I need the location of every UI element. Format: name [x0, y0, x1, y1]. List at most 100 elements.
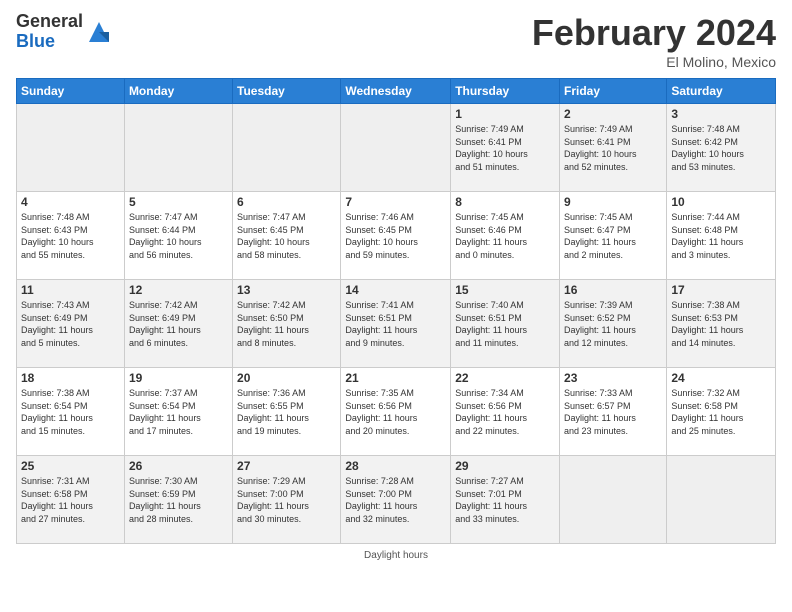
month-title: February 2024: [532, 12, 776, 54]
header-row: SundayMondayTuesdayWednesdayThursdayFrid…: [17, 79, 776, 104]
day-cell: 25Sunrise: 7:31 AM Sunset: 6:58 PM Dayli…: [17, 456, 125, 544]
day-info: Sunrise: 7:42 AM Sunset: 6:50 PM Dayligh…: [237, 299, 336, 349]
day-cell: 3 Sunrise: 7:48 AM Sunset: 6:42 PM Daylig…: [667, 104, 776, 192]
day-cell: 14 Sunrise: 7:41 AM Sunset: 6:51 PM Dayli…: [341, 280, 451, 368]
day-info: Sunrise: 7:48 AM Sunset: 6:42 PM Dayligh…: [671, 123, 771, 173]
col-header-sunday: Sunday: [17, 79, 125, 104]
day-number: 28: [345, 459, 446, 473]
day-cell: 28Sunrise: 7:28 AM Sunset: 7:00 PM Dayli…: [341, 456, 451, 544]
day-number: 24: [671, 371, 771, 385]
day-info: Sunrise: 7:43 AM Sunset: 6:49 PM Dayligh…: [21, 299, 120, 349]
col-header-wednesday: Wednesday: [341, 79, 451, 104]
day-info: Sunrise: 7:47 AM Sunset: 6:44 PM Dayligh…: [129, 211, 228, 261]
day-info: Sunrise: 7:47 AM Sunset: 6:45 PM Dayligh…: [237, 211, 336, 261]
day-number: 27: [237, 459, 336, 473]
col-header-friday: Friday: [560, 79, 667, 104]
day-cell: 13 Sunrise: 7:42 AM Sunset: 6:50 PM Dayli…: [233, 280, 341, 368]
logo-text: General Blue: [16, 12, 83, 52]
day-cell: 18 Sunrise: 7:38 AM Sunset: 6:54 PM Dayli…: [17, 368, 125, 456]
day-number: 7: [345, 195, 446, 209]
day-cell: 19Sunrise: 7:37 AM Sunset: 6:54 PM Dayli…: [124, 368, 232, 456]
page: General Blue February 2024 El Molino, Me…: [0, 0, 792, 612]
header: General Blue February 2024 El Molino, Me…: [16, 12, 776, 70]
day-info: Sunrise: 7:27 AM Sunset: 7:01 PM Dayligh…: [455, 475, 555, 525]
day-cell: 22 Sunrise: 7:34 AM Sunset: 6:56 PM Dayli…: [451, 368, 560, 456]
day-number: 1: [455, 107, 555, 121]
day-cell: 23 Sunrise: 7:33 AM Sunset: 6:57 PM Dayli…: [560, 368, 667, 456]
day-cell: 20 Sunrise: 7:36 AM Sunset: 6:55 PM Dayli…: [233, 368, 341, 456]
day-cell: [124, 104, 232, 192]
day-number: 12: [129, 283, 228, 297]
day-info: Sunrise: 7:36 AM Sunset: 6:55 PM Dayligh…: [237, 387, 336, 437]
day-info: Sunrise: 7:41 AM Sunset: 6:51 PM Dayligh…: [345, 299, 446, 349]
week-row-4: 18 Sunrise: 7:38 AM Sunset: 6:54 PM Dayli…: [17, 368, 776, 456]
day-info: Sunrise: 7:35 AM Sunset: 6:56 PM Dayligh…: [345, 387, 446, 437]
day-number: 26: [129, 459, 228, 473]
day-cell: [667, 456, 776, 544]
col-header-monday: Monday: [124, 79, 232, 104]
day-info: Sunrise: 7:31 AM Sunset: 6:58 PM Dayligh…: [21, 475, 120, 525]
day-info: Sunrise: 7:39 AM Sunset: 6:52 PM Dayligh…: [564, 299, 662, 349]
day-cell: [233, 104, 341, 192]
day-number: 6: [237, 195, 336, 209]
day-cell: 1 Sunrise: 7:49 AM Sunset: 6:41 PM Daylig…: [451, 104, 560, 192]
col-header-saturday: Saturday: [667, 79, 776, 104]
day-info: Sunrise: 7:33 AM Sunset: 6:57 PM Dayligh…: [564, 387, 662, 437]
day-cell: [17, 104, 125, 192]
week-row-5: 25Sunrise: 7:31 AM Sunset: 6:58 PM Dayli…: [17, 456, 776, 544]
day-cell: 24 Sunrise: 7:32 AM Sunset: 6:58 PM Dayli…: [667, 368, 776, 456]
day-info: Sunrise: 7:45 AM Sunset: 6:47 PM Dayligh…: [564, 211, 662, 261]
day-cell: 29 Sunrise: 7:27 AM Sunset: 7:01 PM Dayli…: [451, 456, 560, 544]
day-number: 21: [345, 371, 446, 385]
day-cell: 7 Sunrise: 7:46 AM Sunset: 6:45 PM Daylig…: [341, 192, 451, 280]
day-info: Sunrise: 7:49 AM Sunset: 6:41 PM Dayligh…: [564, 123, 662, 173]
day-number: 20: [237, 371, 336, 385]
day-cell: 17 Sunrise: 7:38 AM Sunset: 6:53 PM Dayli…: [667, 280, 776, 368]
day-number: 3: [671, 107, 771, 121]
day-cell: 5Sunrise: 7:47 AM Sunset: 6:44 PM Daylig…: [124, 192, 232, 280]
day-info: Sunrise: 7:40 AM Sunset: 6:51 PM Dayligh…: [455, 299, 555, 349]
day-cell: 8Sunrise: 7:45 AM Sunset: 6:46 PM Daylig…: [451, 192, 560, 280]
day-number: 13: [237, 283, 336, 297]
day-number: 14: [345, 283, 446, 297]
day-cell: 21 Sunrise: 7:35 AM Sunset: 6:56 PM Dayli…: [341, 368, 451, 456]
day-number: 2: [564, 107, 662, 121]
day-cell: 2 Sunrise: 7:49 AM Sunset: 6:41 PM Daylig…: [560, 104, 667, 192]
day-cell: 27 Sunrise: 7:29 AM Sunset: 7:00 PM Dayli…: [233, 456, 341, 544]
day-cell: 12 Sunrise: 7:42 AM Sunset: 6:49 PM Dayli…: [124, 280, 232, 368]
day-cell: 4 Sunrise: 7:48 AM Sunset: 6:43 PM Daylig…: [17, 192, 125, 280]
day-info: Sunrise: 7:38 AM Sunset: 6:54 PM Dayligh…: [21, 387, 120, 437]
day-cell: 10Sunrise: 7:44 AM Sunset: 6:48 PM Dayli…: [667, 192, 776, 280]
col-header-thursday: Thursday: [451, 79, 560, 104]
day-number: 8: [455, 195, 555, 209]
day-info: Sunrise: 7:44 AM Sunset: 6:48 PM Dayligh…: [671, 211, 771, 261]
calendar-table: SundayMondayTuesdayWednesdayThursdayFrid…: [16, 78, 776, 544]
day-number: 29: [455, 459, 555, 473]
day-number: 17: [671, 283, 771, 297]
location: El Molino, Mexico: [532, 54, 776, 70]
logo-general: General: [16, 12, 83, 32]
day-number: 4: [21, 195, 120, 209]
day-info: Sunrise: 7:30 AM Sunset: 6:59 PM Dayligh…: [129, 475, 228, 525]
day-info: Sunrise: 7:42 AM Sunset: 6:49 PM Dayligh…: [129, 299, 228, 349]
logo-blue: Blue: [16, 32, 83, 52]
logo-icon: [85, 18, 113, 46]
day-number: 16: [564, 283, 662, 297]
day-number: 9: [564, 195, 662, 209]
day-number: 11: [21, 283, 120, 297]
week-row-1: 1 Sunrise: 7:49 AM Sunset: 6:41 PM Daylig…: [17, 104, 776, 192]
week-row-2: 4 Sunrise: 7:48 AM Sunset: 6:43 PM Daylig…: [17, 192, 776, 280]
day-number: 18: [21, 371, 120, 385]
day-info: Sunrise: 7:46 AM Sunset: 6:45 PM Dayligh…: [345, 211, 446, 261]
day-info: Sunrise: 7:49 AM Sunset: 6:41 PM Dayligh…: [455, 123, 555, 173]
day-info: Sunrise: 7:34 AM Sunset: 6:56 PM Dayligh…: [455, 387, 555, 437]
day-info: Sunrise: 7:48 AM Sunset: 6:43 PM Dayligh…: [21, 211, 120, 261]
day-number: 22: [455, 371, 555, 385]
day-cell: 9 Sunrise: 7:45 AM Sunset: 6:47 PM Daylig…: [560, 192, 667, 280]
day-info: Sunrise: 7:37 AM Sunset: 6:54 PM Dayligh…: [129, 387, 228, 437]
day-cell: 11 Sunrise: 7:43 AM Sunset: 6:49 PM Dayli…: [17, 280, 125, 368]
day-info: Sunrise: 7:32 AM Sunset: 6:58 PM Dayligh…: [671, 387, 771, 437]
day-info: Sunrise: 7:29 AM Sunset: 7:00 PM Dayligh…: [237, 475, 336, 525]
day-number: 23: [564, 371, 662, 385]
day-info: Sunrise: 7:38 AM Sunset: 6:53 PM Dayligh…: [671, 299, 771, 349]
